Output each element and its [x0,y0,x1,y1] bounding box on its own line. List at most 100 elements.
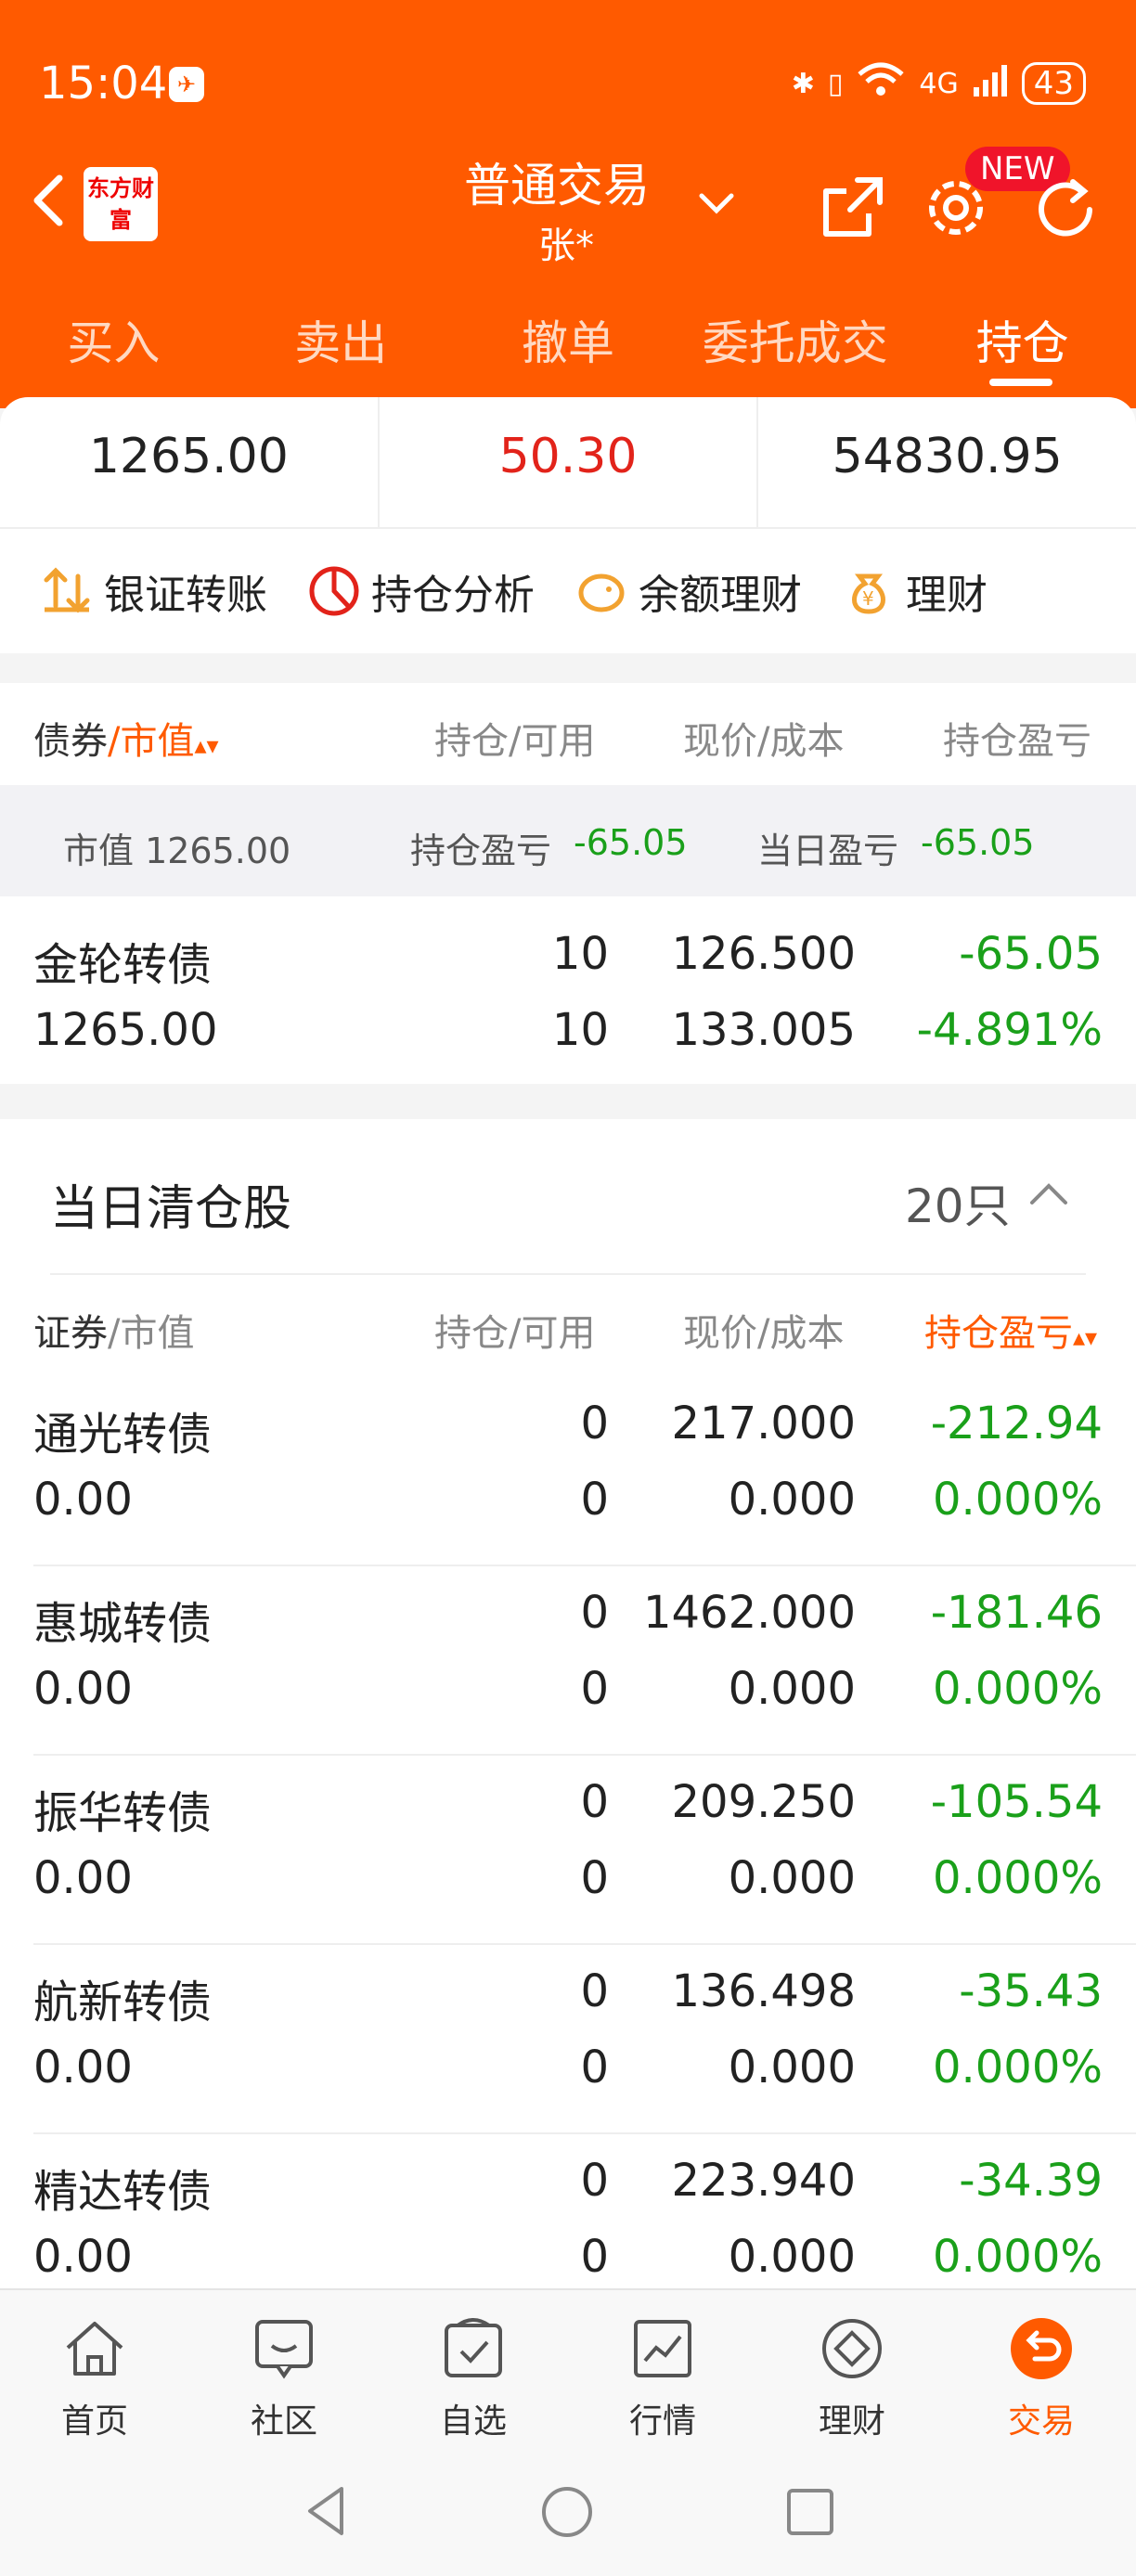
cleared-count[interactable]: 20只 [905,1169,1011,1236]
col-price[interactable]: 现价/成本 [683,1303,844,1357]
nav-home[interactable]: 首页 [0,2290,189,2455]
cleared-column-header: 证券/市值 持仓/可用 现价/成本 持仓盈亏▴▾ [0,1275,1136,1377]
balance-wealth-label: 余额理财 [639,572,802,619]
security-market-value: 0.00 [33,2041,133,2093]
transfer-icon [44,567,90,613]
cost-price: 0.000 [728,1663,856,1715]
nav-watchlist[interactable]: 自选 [379,2290,568,2455]
col-price[interactable]: 现价/成本 [683,711,844,765]
cleared-section: 当日清仓股 20只 证券/市值 持仓/可用 现价/成本 持仓盈亏▴▾ 通光转债 … [0,1119,1136,2288]
cleared-row[interactable]: 航新转债 0.00 0 0 136.498 0.000 -35.43 0.000… [0,1934,1136,2123]
position-analysis-button[interactable]: 持仓分析 [306,561,535,621]
col-name[interactable]: 债券/市值▴▾ [33,711,219,765]
svg-text:¥: ¥ [862,587,874,610]
system-nav-bar [0,2455,1136,2576]
tab-orders[interactable]: 委托成交 [681,306,909,373]
position-pnl: -105.54 [930,1776,1103,1828]
chevron-up-icon[interactable] [1028,1180,1069,1212]
refresh-icon[interactable] [1028,173,1103,251]
security-market-value: 0.00 [33,1663,133,1715]
nav-community[interactable]: 社区 [189,2290,379,2455]
nav-watchlist-label: 自选 [439,2402,507,2441]
nav-community-label: 社区 [250,2402,317,2441]
asset-summary: 1265.00 50.30 54830.95 [0,397,1136,527]
network-type: 4G [919,67,959,100]
checklist-icon [439,2314,508,2383]
wealth-button[interactable]: ¥ 理财 [841,561,988,621]
position-pnl-label: 持仓盈亏 [410,831,552,871]
tab-buy[interactable]: 买入 [0,306,227,373]
holdings-market-value: 市值 1265.00 [63,831,291,871]
holding-row[interactable]: 金轮转债 1265.00 10 10 126.500 133.005 -65.0… [0,896,1136,1086]
share-icon[interactable] [817,173,887,247]
cleared-row[interactable]: 精达转债 0.00 0 0 223.940 0.000 -34.39 0.000… [0,2123,1136,2288]
security-market-value: 1265.00 [33,1004,218,1056]
nav-market[interactable]: 行情 [568,2290,757,2455]
chevron-down-icon[interactable] [694,181,739,225]
sort-market-value: 市值 [120,720,195,763]
col-qty[interactable]: 持仓/可用 [434,1303,595,1357]
app-logo: 东方财富 [84,167,158,241]
col-name[interactable]: 证券/市值 [33,1303,194,1357]
tab-cancel[interactable]: 撤单 [455,306,682,373]
chat-icon [250,2314,318,2383]
sort-arrows-icon: ▴▾ [1073,1324,1098,1352]
quick-actions: 银证转账 持仓分析 余额理财 ¥ 理财 [0,527,1136,653]
available-qty: 0 [580,1474,609,1526]
nav-trade-label: 交易 [1007,2402,1075,2441]
tab-sell[interactable]: 卖出 [227,306,455,373]
cost-price: 133.005 [671,1004,857,1056]
cost-price: 0.000 [728,1852,856,1904]
system-back-icon[interactable] [303,2483,349,2539]
page-title[interactable]: 普通交易 [464,148,650,215]
piggy-bank-icon [578,573,625,612]
trade-icon [1007,2314,1076,2383]
status-icons: ✱ ▯ 4G 43 [792,61,1086,106]
notification-app-icon: ✈ [169,67,204,102]
security-name: 金轮转债 [33,939,213,991]
available-qty: 0 [580,1852,609,1904]
header: 15:04 ✈ ✱ ▯ 4G 43 东方财富 普通交易 张* NEW 买入 卖出… [0,0,1136,408]
available-qty: 0 [580,2041,609,2093]
current-price: 1462.000 [642,1587,856,1639]
position-pnl-pct: 0.000% [932,2231,1103,2283]
position-pnl-value: -65.05 [574,822,688,863]
holding-qty: 0 [580,2155,609,2207]
security-name: 航新转债 [33,1977,213,2029]
position-pnl: -35.43 [959,1965,1103,2017]
col-pnl[interactable]: 持仓盈亏 [943,711,1091,765]
available-qty: 0 [580,1663,609,1715]
security-market-value: 0.00 [33,2231,133,2283]
col-pnl-sorted[interactable]: 持仓盈亏▴▾ [924,1303,1097,1357]
position-pnl-pct: 0.000% [932,1474,1103,1526]
security-name: 振华转债 [33,1787,213,1839]
signal-icon [972,61,1009,106]
tab-positions[interactable]: 持仓 [909,306,1136,373]
position-pnl: -65.05 [959,928,1103,980]
holding-qty: 0 [580,1397,609,1449]
summary-total-assets: 54830.95 [832,429,1063,484]
security-market-value: 0.00 [33,1852,133,1904]
position-pnl-pct: 0.000% [932,2041,1103,2093]
security-market-value: 0.00 [33,1474,133,1526]
balance-wealth-button[interactable]: 余额理财 [574,561,802,621]
cleared-row[interactable]: 振华转债 0.00 0 0 209.250 0.000 -105.54 0.00… [0,1745,1136,1934]
nav-home-label: 首页 [60,2402,128,2441]
nav-trade[interactable]: 交易 [947,2290,1136,2455]
back-button[interactable] [26,173,71,228]
position-pnl: -181.46 [930,1587,1103,1639]
nav-market-label: 行情 [628,2402,696,2441]
available-qty: 0 [580,2231,609,2283]
system-recents-icon[interactable] [785,2487,835,2537]
col-qty[interactable]: 持仓/可用 [434,711,595,765]
current-price: 126.500 [671,928,857,980]
cleared-row[interactable]: 惠城转债 0.00 0 0 1462.000 0.000 -181.46 0.0… [0,1555,1136,1745]
cost-price: 0.000 [728,2231,856,2283]
position-pnl-pct: -4.891% [916,1004,1103,1056]
bank-transfer-label: 银证转账 [104,572,267,619]
bank-transfer-button[interactable]: 银证转账 [39,561,267,621]
cleared-row[interactable]: 通光转债 0.00 0 0 217.000 0.000 -212.94 0.00… [0,1366,1136,1555]
holding-qty: 0 [580,1587,609,1639]
system-home-icon[interactable] [540,2485,594,2539]
nav-wealth[interactable]: 理财 [757,2290,947,2455]
